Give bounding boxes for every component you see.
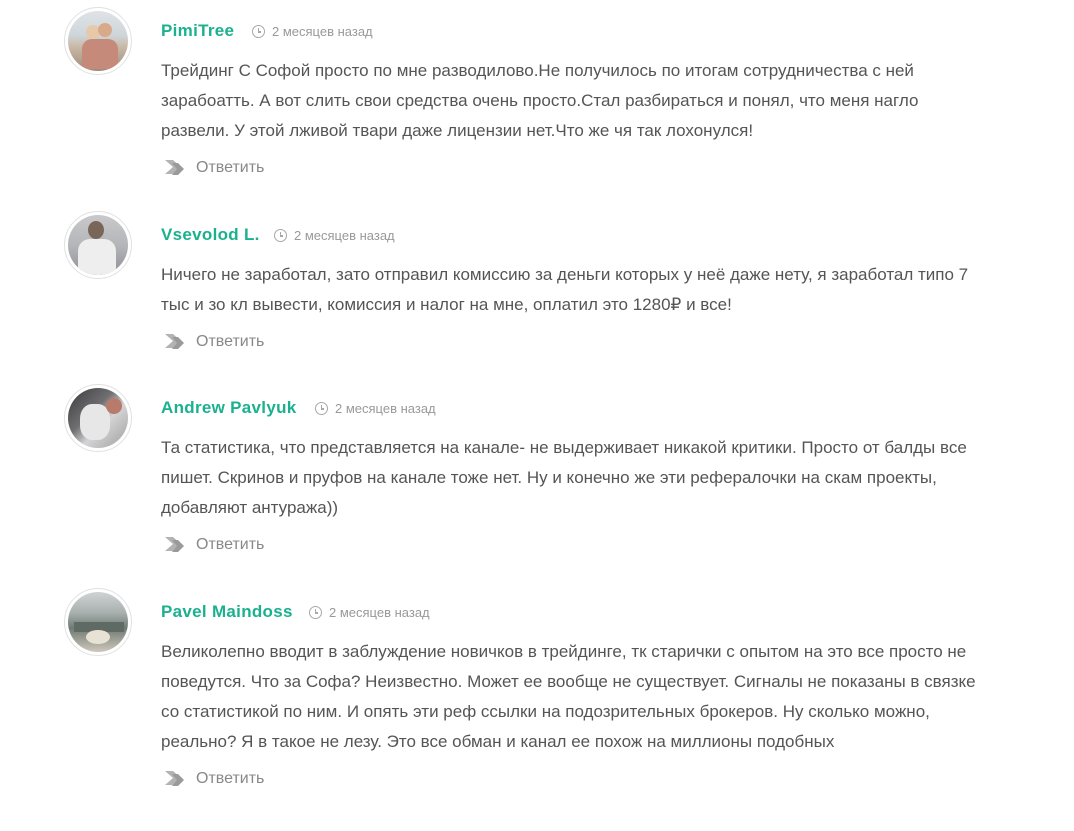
user-photo-avatar-icon [68,592,128,652]
reply-label: Ответить [196,333,265,350]
reply-label: Ответить [196,536,265,553]
comment-text: Трейдинг С Софой просто по мне разводило… [161,61,919,140]
timestamp-text: 2 месяцев назад [294,228,395,243]
reply-label: Ответить [196,770,265,787]
comment-text: Та статистика, что представляется на кан… [161,438,967,517]
reply-label: Ответить [196,159,265,176]
clock-icon [252,25,265,38]
user-photo-avatar-icon [68,388,128,448]
comment-author[interactable]: PimiTree [161,21,234,41]
clock-icon [309,606,322,619]
comment-author[interactable]: Pavel Maindoss [161,602,293,622]
clock-icon [315,402,328,415]
comment-timestamp[interactable]: 2 месяцев назад [274,228,395,243]
comment-timestamp[interactable]: 2 месяцев назад [315,401,436,416]
timestamp-text: 2 месяцев назад [329,605,430,620]
reply-button[interactable]: Ответить [164,159,264,177]
clock-icon [274,229,287,242]
timestamp-text: 2 месяцев назад [335,401,436,416]
avatar[interactable] [64,588,132,656]
user-photo-avatar-icon [68,215,128,275]
avatar[interactable] [64,211,132,279]
comment-timestamp[interactable]: 2 месяцев назад [309,605,430,620]
comment-timestamp[interactable]: 2 месяцев назад [252,24,373,39]
reply-icon [165,537,184,552]
comment-text: Великолепно вводит в заблуждение новичко… [161,642,976,751]
comment-author[interactable]: Vsevolod L. [161,225,260,245]
reply-button[interactable]: Ответить [164,333,264,351]
reply-icon [165,334,184,349]
avatar[interactable] [64,7,132,75]
comment-author[interactable]: Andrew Pavlyuk [161,398,297,418]
reply-icon [165,771,184,786]
comment-text: Ничего не заработал, зато отправил комис… [161,265,969,314]
reply-icon [165,160,184,175]
avatar[interactable] [64,384,132,452]
reply-button[interactable]: Ответить [164,536,264,554]
timestamp-text: 2 месяцев назад [272,24,373,39]
user-photo-avatar-icon [68,11,128,71]
reply-button[interactable]: Ответить [164,770,264,788]
